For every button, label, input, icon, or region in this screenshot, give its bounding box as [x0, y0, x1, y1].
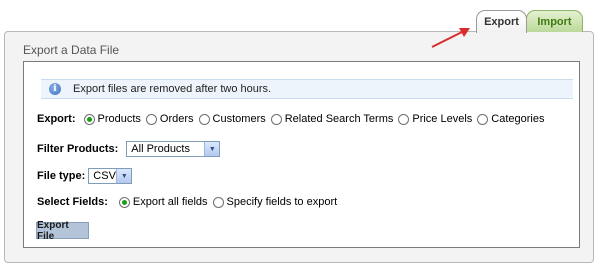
annotation-arrow — [431, 28, 470, 48]
